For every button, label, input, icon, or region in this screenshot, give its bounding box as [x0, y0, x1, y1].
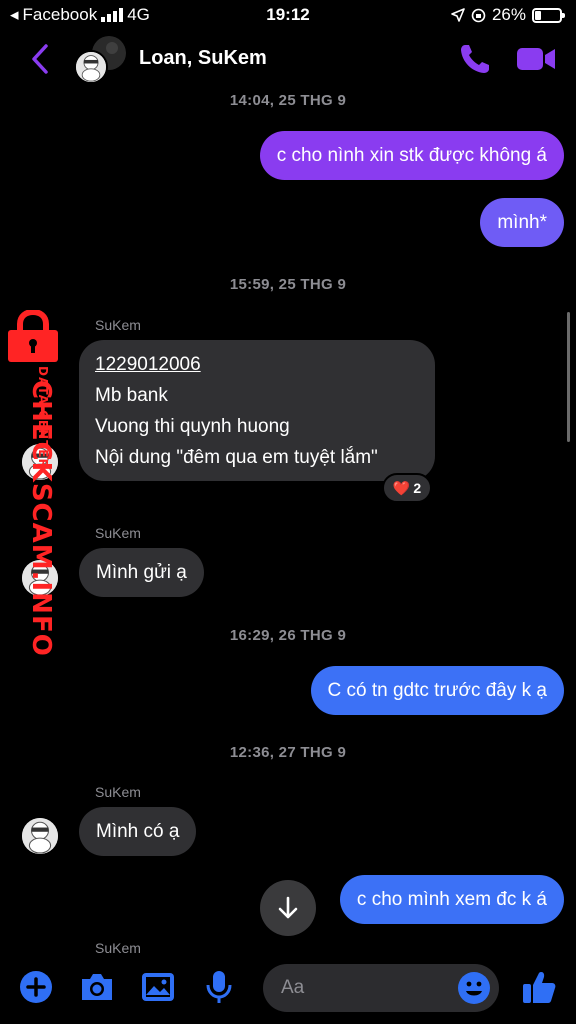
composer-bar: [0, 960, 576, 1024]
sender-name: SuKem: [95, 317, 141, 333]
sender-name: SuKem: [95, 940, 141, 956]
conversation-title[interactable]: Loan, SuKem: [139, 47, 267, 70]
scrollbar[interactable]: [567, 312, 570, 442]
camera-button[interactable]: [78, 968, 116, 1006]
battery-icon: [532, 7, 565, 23]
avatar-sukem: [74, 50, 108, 84]
message-incoming[interactable]: Mình có ạ: [79, 807, 197, 856]
photo-gallery-icon: [142, 973, 174, 1001]
message-line: Nội dung "đêm qua em tuyệt lắm": [95, 447, 378, 468]
like-button[interactable]: [520, 968, 558, 1006]
camera-icon: [82, 974, 112, 1000]
message-incoming[interactable]: Mình gửi ạ: [79, 548, 204, 597]
gallery-button[interactable]: [139, 968, 177, 1006]
video-call-icon[interactable]: [516, 44, 556, 74]
thumbs-up-icon: [523, 972, 556, 1003]
timestamp: 15:59, 25 THG 9: [229, 276, 347, 293]
sender-avatar[interactable]: [22, 818, 58, 854]
conversation-header: Loan, SuKem: [0, 30, 576, 88]
message-outgoing[interactable]: c cho nình xin stk được không á: [259, 131, 564, 180]
emoji-icon[interactable]: [457, 971, 491, 1005]
voice-button[interactable]: [200, 968, 238, 1006]
message-composer[interactable]: [263, 964, 499, 1012]
rotation-lock-icon: [471, 8, 486, 22]
battery-level: [535, 10, 541, 20]
phone-icon[interactable]: [458, 42, 492, 76]
timestamp: 14:04, 25 THG 9: [229, 92, 347, 109]
arrow-down-icon: [278, 896, 298, 919]
watermark: CHECKSCAM.INFO DATA CENTER: [2, 310, 64, 657]
group-avatar[interactable]: [74, 36, 128, 86]
plus-icon: [20, 971, 52, 1003]
status-bar: ◂ Facebook 4G 19:12 26%: [0, 0, 576, 30]
back-arrow-icon[interactable]: [26, 42, 56, 76]
reaction-count: 2: [413, 480, 422, 496]
message-input[interactable]: [281, 974, 461, 1002]
watermark-tag: DATA CENTER: [36, 366, 50, 469]
reaction-badge[interactable]: ❤️ 2: [382, 473, 432, 503]
message-line: Vuong thi quynh huong: [95, 416, 290, 437]
heart-reaction-icon: ❤️: [392, 479, 411, 496]
timestamp: 16:29, 26 THG 9: [229, 627, 347, 644]
message-outgoing[interactable]: c cho mình xem đc k á: [339, 875, 564, 924]
timestamp: 12:36, 27 THG 9: [229, 744, 347, 761]
plus-button[interactable]: [17, 968, 55, 1006]
message-line: Mb bank: [95, 385, 168, 406]
sender-name: SuKem: [95, 784, 141, 800]
location-icon: [451, 8, 465, 22]
lock-icon: [8, 310, 58, 362]
sender-name: SuKem: [95, 525, 141, 541]
scroll-to-bottom-button[interactable]: [260, 880, 316, 936]
battery-percent: 26%: [491, 5, 526, 24]
message-incoming[interactable]: 1229012006 Mb bank Vuong thi quynh huong…: [79, 340, 435, 481]
account-number-link[interactable]: 1229012006: [95, 349, 419, 380]
message-outgoing[interactable]: mình*: [480, 198, 564, 247]
status-right: 26%: [451, 5, 565, 25]
microphone-icon: [206, 971, 232, 1003]
message-outgoing[interactable]: C có tn gdtc trước đây k ạ: [310, 666, 564, 715]
